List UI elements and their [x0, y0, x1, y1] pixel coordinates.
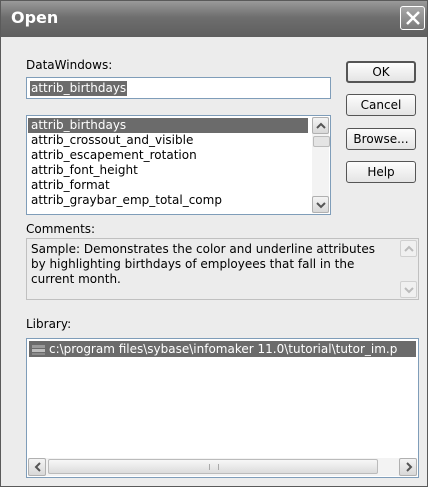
dialog-title: Open — [11, 8, 59, 27]
comments-box: Sample: Demonstrates the color and under… — [26, 238, 419, 300]
scroll-right-button[interactable] — [399, 458, 417, 476]
help-button[interactable]: Help — [346, 161, 416, 183]
title-bar[interactable]: Open — [1, 1, 427, 37]
library-icon — [32, 345, 45, 355]
comments-line: current month. — [31, 272, 121, 286]
ok-button[interactable]: OK — [346, 61, 416, 83]
list-item[interactable]: c:\program files\sybase\infomaker 11.0\t… — [29, 341, 416, 357]
list-item[interactable]: attrib_format — [28, 178, 308, 193]
scroll-down-button[interactable] — [400, 281, 417, 298]
list-item[interactable]: attrib_font_height — [28, 163, 308, 178]
comments-line: by highlighting birthdays of employees t… — [31, 257, 355, 271]
datawindows-list[interactable]: attrib_birthdays attrib_crossout_and_vis… — [26, 115, 331, 215]
close-icon — [406, 11, 420, 25]
list-item[interactable]: attrib_crossout_and_visible — [28, 133, 308, 148]
list-item[interactable]: attrib_birthdays — [28, 118, 308, 133]
scroll-thumb[interactable] — [313, 136, 330, 147]
chevron-left-icon — [34, 462, 41, 472]
list-item[interactable]: attrib_escapement_rotation — [28, 148, 308, 163]
library-label: Library: — [26, 317, 72, 331]
datawindows-label: DataWindows: — [26, 58, 113, 72]
datawindows-vertical-scrollbar[interactable] — [312, 117, 330, 213]
chevron-up-icon — [404, 245, 414, 252]
grip-icon — [209, 464, 219, 470]
library-list[interactable]: c:\program files\sybase\infomaker 11.0\t… — [26, 338, 419, 478]
comments-vertical-scrollbar[interactable] — [400, 240, 417, 298]
chevron-up-icon — [316, 122, 326, 129]
scroll-left-button[interactable] — [28, 458, 46, 476]
comments-line: Sample: Demonstrates the color and under… — [31, 242, 375, 256]
open-dialog: Open DataWindows: attrib_birthdays attri… — [0, 0, 428, 487]
chevron-down-icon — [316, 202, 326, 209]
library-horizontal-scrollbar[interactable] — [28, 458, 417, 476]
comments-label: Comments: — [26, 222, 96, 236]
scroll-up-button[interactable] — [400, 240, 417, 257]
cancel-button[interactable]: Cancel — [346, 94, 416, 116]
list-item[interactable]: attrib_graybar_emp_total_comp — [28, 193, 308, 208]
datawindow-name-input[interactable]: attrib_birthdays — [26, 77, 331, 99]
close-button[interactable] — [400, 6, 425, 30]
scroll-thumb[interactable] — [48, 459, 378, 474]
browse-button[interactable]: Browse... — [346, 128, 416, 150]
datawindow-name-value: attrib_birthdays — [30, 81, 128, 96]
library-path: c:\program files\sybase\infomaker 11.0\t… — [49, 342, 398, 356]
chevron-right-icon — [406, 462, 413, 472]
chevron-down-icon — [404, 287, 414, 294]
scroll-up-button[interactable] — [312, 117, 329, 134]
scroll-down-button[interactable] — [312, 196, 329, 213]
